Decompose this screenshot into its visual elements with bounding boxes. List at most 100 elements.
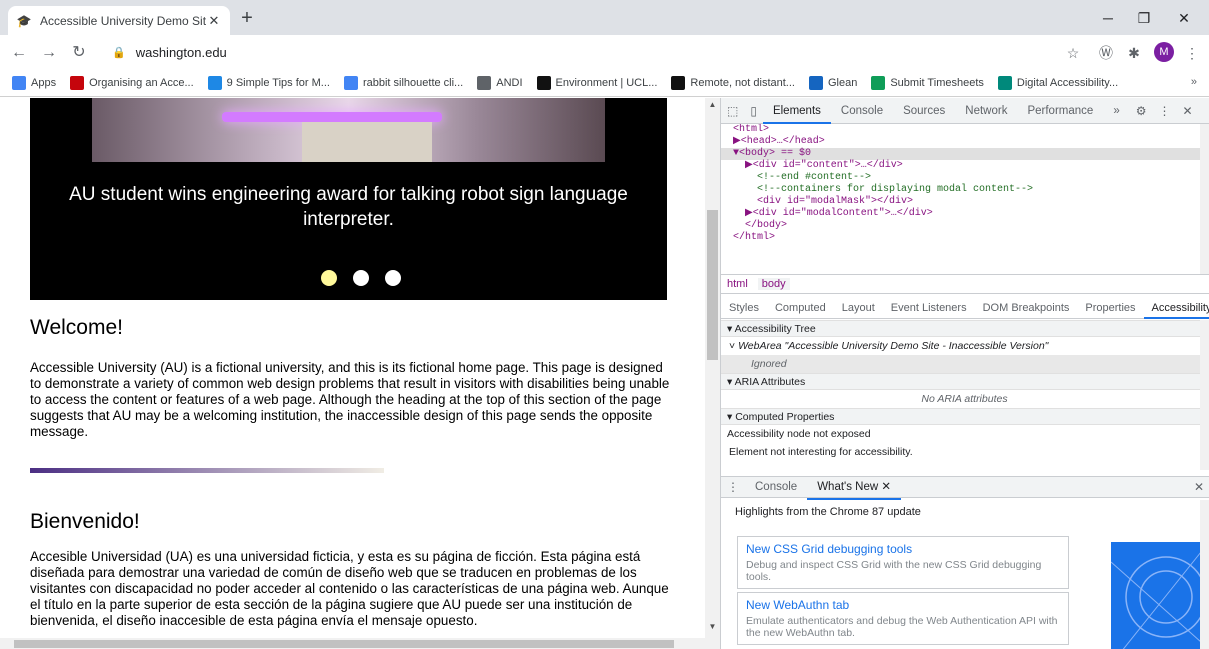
dom-node-text: <!--containers for displaying modal cont… xyxy=(733,184,1034,195)
close-drawer-icon[interactable]: ✕ xyxy=(1188,480,1209,494)
carousel-dot-2[interactable] xyxy=(353,270,369,286)
breadcrumb-body[interactable]: body xyxy=(757,278,790,290)
bookmark-item[interactable]: ANDI xyxy=(477,76,523,90)
sidebar-tab-properties[interactable]: Properties xyxy=(1077,297,1143,319)
bookmark-item[interactable]: Submit Timesheets xyxy=(871,76,984,90)
sidebar-tab-layout[interactable]: Layout xyxy=(834,297,883,319)
page-vertical-scrollbar[interactable]: ▲ ▼ xyxy=(705,98,720,649)
dom-node-line[interactable]: </html> xyxy=(721,232,1209,244)
card-description: Debug and inspect CSS Grid with the new … xyxy=(746,559,1042,583)
web-page: AU student wins engineering award for ta… xyxy=(0,98,705,638)
dom-node-text: ▼<body> == $0 xyxy=(733,148,812,159)
accessibility-scrollbar[interactable] xyxy=(1200,320,1209,470)
google-icon xyxy=(343,76,358,90)
breadcrumb-html[interactable]: html xyxy=(727,278,748,290)
drawer-tab-console[interactable]: Console xyxy=(745,474,807,500)
carousel-dot-1[interactable] xyxy=(321,270,337,286)
bookmark-item[interactable]: Environment | UCL... xyxy=(536,76,657,90)
graduation-cap-icon: 🎓 xyxy=(16,13,32,28)
bookmark-label: Digital Accessibility... xyxy=(1016,77,1119,89)
devtools-tab-elements[interactable]: Elements xyxy=(762,98,831,124)
address-bar[interactable]: 🔒 washington.edu xyxy=(104,39,1089,65)
close-whats-new-icon[interactable]: ✕ xyxy=(881,481,891,493)
card-title[interactable]: New CSS Grid debugging tools xyxy=(746,542,1060,556)
dom-node-text: <html> xyxy=(733,124,770,135)
dom-scrollbar[interactable] xyxy=(1200,124,1209,274)
page-horizontal-scrollbar[interactable] xyxy=(0,638,705,649)
dom-node-line[interactable]: ▼<body> == $0 xyxy=(721,148,1209,160)
page-scroll-thumb[interactable] xyxy=(707,210,718,360)
sidebar-tab-event-listeners[interactable]: Event Listeners xyxy=(883,297,975,319)
bookmark-item[interactable]: Apps xyxy=(12,76,56,90)
sidebar-tab-accessibility[interactable]: Accessibility xyxy=(1143,297,1209,319)
computed-properties-title: Computed Properties xyxy=(735,411,835,423)
whats-new-scrollbar[interactable] xyxy=(1200,500,1209,649)
close-devtools-icon[interactable]: ✕ xyxy=(1176,104,1198,118)
dom-node-line[interactable]: <!--containers for displaying modal cont… xyxy=(721,184,1209,196)
scroll-down-icon[interactable]: ▼ xyxy=(705,622,720,631)
restore-button[interactable]: ❐ xyxy=(1126,6,1162,30)
more-bookmarks-button[interactable]: » xyxy=(1191,76,1197,88)
menu-kebab-icon[interactable]: ⋮ xyxy=(1182,43,1202,63)
more-tabs-button[interactable]: » xyxy=(1103,98,1129,124)
dom-node-line[interactable]: ▶<div id="content">…</div> xyxy=(721,160,1209,172)
close-window-button[interactable]: ✕ xyxy=(1166,6,1202,30)
dom-node-line[interactable]: <div id="modalMask"></div> xyxy=(721,196,1209,208)
bookmark-item[interactable]: rabbit silhouette cli... xyxy=(343,76,463,90)
close-tab-icon[interactable]: ✕ xyxy=(206,13,222,29)
devtools-tab-performance[interactable]: Performance xyxy=(1017,98,1103,124)
devtools-menu-icon[interactable]: ⋮ xyxy=(1152,104,1176,118)
bookmark-item[interactable]: Organising an Acce... xyxy=(70,76,194,90)
dom-node-line[interactable]: ▶<div id="modalContent">…</div> xyxy=(721,208,1209,220)
devtools-tab-network[interactable]: Network xyxy=(955,98,1017,124)
reload-icon[interactable]: ↻ xyxy=(68,42,90,64)
chrome-update-artwork xyxy=(1111,542,1201,649)
browser-tab[interactable]: 🎓 Accessible University Demo Site ✕ xyxy=(8,6,230,35)
card-title[interactable]: New WebAuthn tab xyxy=(746,598,1060,612)
sidebar-tab-computed[interactable]: Computed xyxy=(767,297,834,319)
inspect-element-icon[interactable]: ⬚ xyxy=(721,104,744,118)
sidebar-tab-styles[interactable]: Styles xyxy=(721,297,767,319)
devtools-tab-console[interactable]: Console xyxy=(831,98,893,124)
dom-node-text: ▶<div id="content">…</div> xyxy=(733,160,903,171)
dom-tree[interactable]: <html> ▶<head>…</head> ▼<body> == $0 ▶<div… xyxy=(721,124,1209,272)
drawer-menu-icon[interactable]: ⋮ xyxy=(721,480,745,494)
minimize-button[interactable]: ─ xyxy=(1090,6,1126,30)
ignored-node[interactable]: Ignored xyxy=(721,355,1200,373)
horizontal-scroll-thumb[interactable] xyxy=(14,640,674,648)
settings-gear-icon[interactable]: ⚙ xyxy=(1130,104,1153,118)
new-tab-button[interactable]: + xyxy=(236,8,258,30)
tab-title: Accessible University Demo Site xyxy=(40,13,206,28)
glean-icon xyxy=(808,76,823,90)
carousel-dot-3[interactable] xyxy=(385,270,401,286)
dom-node-line[interactable]: <!--end #content--> xyxy=(721,172,1209,184)
webarea-node[interactable]: ˅ WebArea "Accessible University Demo Si… xyxy=(721,337,1200,355)
dom-node-line[interactable]: ▶<head>…</head> xyxy=(721,136,1209,148)
scroll-up-icon[interactable]: ▲ xyxy=(705,100,720,109)
aria-attributes-header[interactable]: ▾ ARIA Attributes xyxy=(721,373,1200,390)
bookmark-star-icon[interactable]: ☆ xyxy=(1063,43,1083,63)
devtools-tab-sources[interactable]: Sources xyxy=(893,98,955,124)
highlights-heading: Highlights from the Chrome 87 update xyxy=(735,506,921,518)
forward-arrow-icon[interactable]: → xyxy=(38,42,60,64)
webauthn-card[interactable]: New WebAuthn tab Emulate authenticators … xyxy=(737,592,1069,645)
extensions-puzzle-icon[interactable]: ✱ xyxy=(1124,43,1144,63)
drawer-tab-whats-new[interactable]: What's New ✕ xyxy=(807,474,902,500)
bookmark-item[interactable]: 9 Simple Tips for M... xyxy=(207,76,330,90)
dom-node-line[interactable]: <html> xyxy=(721,124,1209,136)
section-divider xyxy=(30,468,384,473)
back-arrow-icon[interactable]: ← xyxy=(8,42,30,64)
extension-w-icon[interactable]: Ⓦ xyxy=(1096,43,1116,63)
profile-avatar[interactable]: M xyxy=(1154,42,1174,62)
css-grid-card[interactable]: New CSS Grid debugging tools Debug and i… xyxy=(737,536,1069,589)
sidebar-tab-dom-breakpoints[interactable]: DOM Breakpoints xyxy=(975,297,1078,319)
accessibility-tree-header[interactable]: ▾ Accessibility Tree xyxy=(721,320,1200,337)
computed-properties-header[interactable]: ▾ Computed Properties xyxy=(721,408,1200,425)
dom-node-line[interactable]: </body> xyxy=(721,220,1209,232)
welcome-paragraph: Accessible University (AU) is a fictiona… xyxy=(30,360,670,439)
bookmark-label: Organising an Acce... xyxy=(89,77,194,89)
bookmark-item[interactable]: Remote, not distant... xyxy=(671,76,795,90)
device-toolbar-icon[interactable]: ▯ xyxy=(744,104,763,118)
bookmark-item[interactable]: Glean xyxy=(808,76,857,90)
bookmark-item[interactable]: Digital Accessibility... xyxy=(997,76,1119,90)
